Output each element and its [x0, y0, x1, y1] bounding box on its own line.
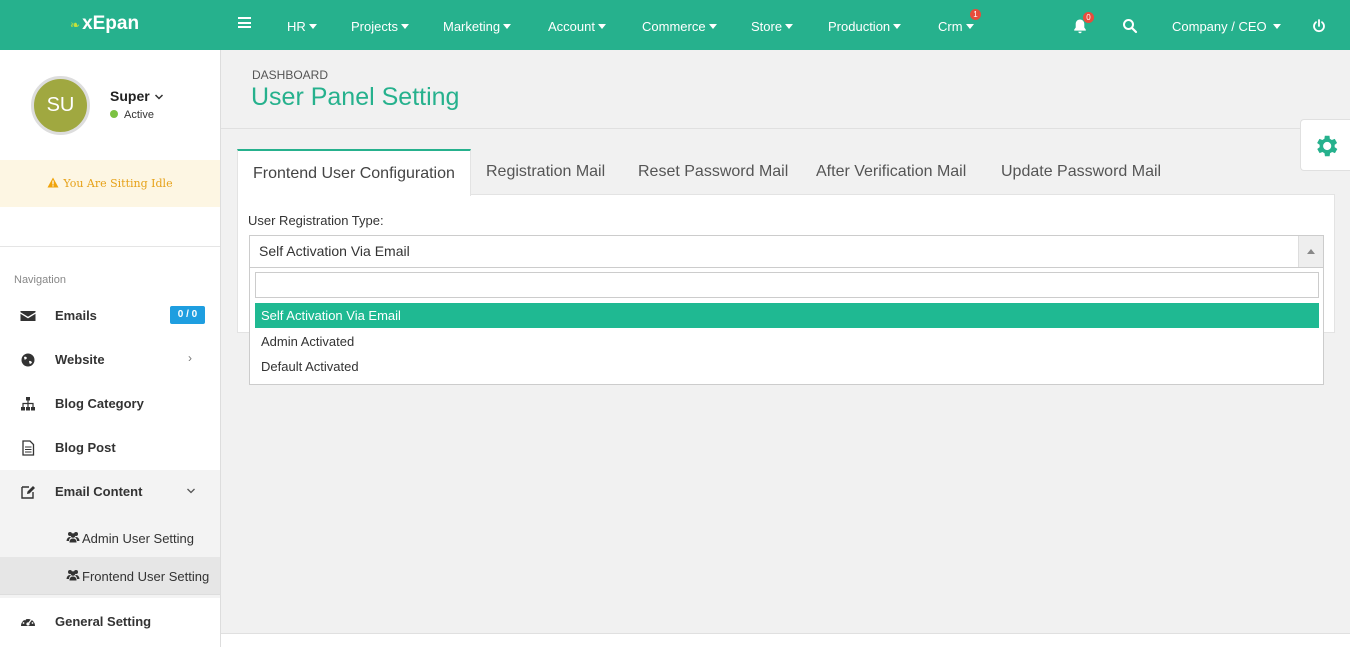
- app-logo[interactable]: ❧ xEpan: [70, 13, 139, 35]
- power-icon[interactable]: [1311, 18, 1327, 34]
- tab-bar: Frontend User Configuration Registration…: [237, 149, 1335, 196]
- page-title: User Panel Setting: [251, 83, 460, 111]
- user-name-menu[interactable]: Super: [110, 88, 164, 104]
- sidebar-subitem-admin-user-setting[interactable]: Admin User Setting: [0, 519, 220, 557]
- caret-down-icon: [893, 24, 902, 29]
- footer: [221, 634, 1350, 647]
- nav-hr[interactable]: HR: [287, 19, 317, 34]
- option-admin-activated[interactable]: Admin Activated: [255, 329, 1319, 354]
- user-status: Active: [110, 109, 154, 121]
- idle-alert: You Are Sitting Idle: [0, 160, 220, 207]
- status-dot-icon: [110, 110, 118, 118]
- menu-toggle-icon[interactable]: [238, 17, 251, 28]
- dashboard-icon: [21, 618, 35, 626]
- avatar[interactable]: SU: [31, 76, 90, 135]
- nav-account[interactable]: Account: [548, 19, 606, 34]
- tab-after-verification-mail[interactable]: After Verification Mail: [816, 149, 966, 195]
- emails-count-badge: 0 / 0: [170, 306, 205, 324]
- users-icon: [66, 570, 80, 581]
- caret-down-icon: [503, 24, 512, 29]
- caret-down-icon: [400, 24, 409, 29]
- crm-badge: 1: [970, 9, 981, 20]
- dropdown-search-input[interactable]: [255, 272, 1319, 298]
- caret-down-icon: [785, 24, 794, 29]
- caret-down-icon: [308, 24, 317, 29]
- edit-icon: [21, 486, 35, 499]
- sidebar-item-emails[interactable]: Emails 0 / 0: [0, 294, 220, 338]
- sidebar-item-blog-post[interactable]: Blog Post: [0, 426, 220, 470]
- search-icon[interactable]: [1122, 18, 1138, 34]
- nav-marketing[interactable]: Marketing: [443, 19, 512, 34]
- divider: [0, 246, 220, 247]
- settings-toggle[interactable]: [1300, 119, 1350, 171]
- file-icon: [22, 440, 35, 456]
- users-icon: [66, 532, 80, 543]
- globe-icon: [21, 353, 35, 367]
- leaf-icon: ❧: [70, 18, 81, 32]
- select-value: Self Activation Via Email: [259, 243, 410, 259]
- nav-crm[interactable]: Crm: [938, 19, 974, 34]
- user-menu[interactable]: Company / CEO: [1172, 19, 1281, 34]
- nav-projects[interactable]: Projects: [351, 19, 409, 34]
- caret-down-icon: [1272, 24, 1281, 29]
- registration-type-select[interactable]: Self Activation Via Email: [249, 235, 1324, 268]
- tab-registration-mail[interactable]: Registration Mail: [486, 149, 605, 195]
- chevron-right-icon: ›: [188, 351, 192, 365]
- nav-store[interactable]: Store: [751, 19, 794, 34]
- notification-badge: 0: [1083, 12, 1094, 23]
- sidebar-item-general-setting[interactable]: General Setting: [0, 600, 220, 644]
- sidebar-item-website[interactable]: Website ›: [0, 338, 220, 382]
- tab-frontend-user-configuration[interactable]: Frontend User Configuration: [237, 149, 471, 196]
- chevron-down-icon: [187, 488, 195, 494]
- caret-down-icon: [965, 24, 974, 29]
- option-self-activation[interactable]: Self Activation Via Email: [255, 303, 1319, 328]
- divider: [0, 594, 220, 595]
- registration-type-label: User Registration Type:: [248, 213, 384, 228]
- sidebar-subitem-frontend-user-setting[interactable]: Frontend User Setting: [0, 557, 220, 595]
- envelope-icon: [20, 311, 36, 321]
- top-navbar: ❧ xEpan HR Projects Marketing Account Com…: [0, 0, 1350, 50]
- nav-production[interactable]: Production: [828, 19, 902, 34]
- nav-heading: Navigation: [14, 274, 66, 286]
- registration-type-dropdown: Self Activation Via Email Admin Activate…: [249, 268, 1324, 385]
- warning-icon: [47, 177, 59, 188]
- caret-up-icon[interactable]: [1298, 236, 1323, 267]
- nav-commerce[interactable]: Commerce: [642, 19, 717, 34]
- chevron-down-icon: [154, 94, 163, 100]
- sitemap-icon: [21, 397, 35, 411]
- option-default-activated[interactable]: Default Activated: [255, 354, 1319, 379]
- gear-icon: [1317, 135, 1338, 157]
- sidebar-item-blog-category[interactable]: Blog Category: [0, 382, 220, 426]
- tab-reset-password-mail[interactable]: Reset Password Mail: [638, 149, 788, 195]
- tab-update-password-mail[interactable]: Update Password Mail: [1001, 149, 1161, 195]
- divider: [221, 128, 1350, 129]
- sidebar: SU Super Active You Are Sitting Idle Nav…: [0, 50, 221, 647]
- sidebar-item-email-content[interactable]: Email Content: [0, 470, 220, 514]
- caret-down-icon: [597, 24, 606, 29]
- caret-down-icon: [708, 24, 717, 29]
- breadcrumb[interactable]: DASHBOARD: [252, 68, 328, 82]
